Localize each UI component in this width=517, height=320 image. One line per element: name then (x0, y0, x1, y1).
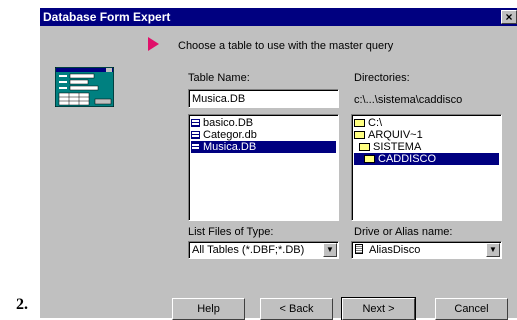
list-item[interactable]: Categor.db (191, 129, 336, 141)
chevron-down-icon[interactable]: ▼ (486, 243, 500, 257)
drive-label: Drive or Alias name: (354, 226, 453, 238)
directory-item[interactable]: ARQUIV~1 (354, 129, 499, 141)
drive-select[interactable]: AliasDisco ▼ (351, 241, 502, 259)
database-icon (355, 244, 363, 254)
directory-item-selected[interactable]: CADDISCO (354, 153, 499, 165)
open-folder-icon (354, 119, 365, 127)
table-icon (191, 119, 200, 127)
next-button[interactable]: Next > (341, 297, 416, 320)
list-item-selected[interactable]: Musica.DB (191, 141, 336, 153)
directory-item[interactable]: SISTEMA (354, 141, 499, 153)
table-icon (191, 131, 200, 139)
title-bar: Database Form Expert × (40, 8, 517, 26)
chevron-down-icon[interactable]: ▼ (323, 243, 337, 257)
file-type-select[interactable]: All Tables (*.DBF;*.DB) ▼ (188, 241, 339, 259)
back-button[interactable]: < Back (260, 298, 333, 320)
database-form-expert-dialog: Database Form Expert × Choose a table to… (40, 8, 517, 320)
current-directory-text: c:\...\sistema\caddisco (354, 94, 463, 106)
table-name-input[interactable]: Musica.DB (188, 89, 339, 108)
page-number: 2. (16, 296, 28, 313)
file-type-value: All Tables (*.DBF;*.DB) (192, 244, 305, 256)
pointer-arrow-icon (148, 37, 159, 51)
list-item[interactable]: basico.DB (191, 117, 336, 129)
directories-label: Directories: (354, 72, 410, 84)
directory-item[interactable]: C:\ (354, 117, 499, 129)
close-button[interactable]: × (501, 10, 517, 24)
open-folder-icon (354, 131, 365, 139)
instruction-text: Choose a table to use with the master qu… (178, 40, 394, 52)
open-folder-icon (359, 143, 370, 151)
file-type-label: List Files of Type: (188, 226, 274, 238)
drive-value: AliasDisco (369, 244, 421, 256)
table-icon (191, 143, 200, 151)
table-name-label: Table Name: (188, 72, 250, 84)
form-illustration-icon (55, 67, 114, 107)
cancel-button[interactable]: Cancel (435, 298, 508, 320)
dialog-title: Database Form Expert (43, 10, 171, 24)
directory-list[interactable]: C:\ ARQUIV~1 SISTEMA CADDISCO (351, 114, 502, 221)
open-folder-icon (364, 155, 375, 163)
file-list[interactable]: basico.DB Categor.db Musica.DB (188, 114, 339, 221)
help-button[interactable]: Help (172, 298, 245, 320)
